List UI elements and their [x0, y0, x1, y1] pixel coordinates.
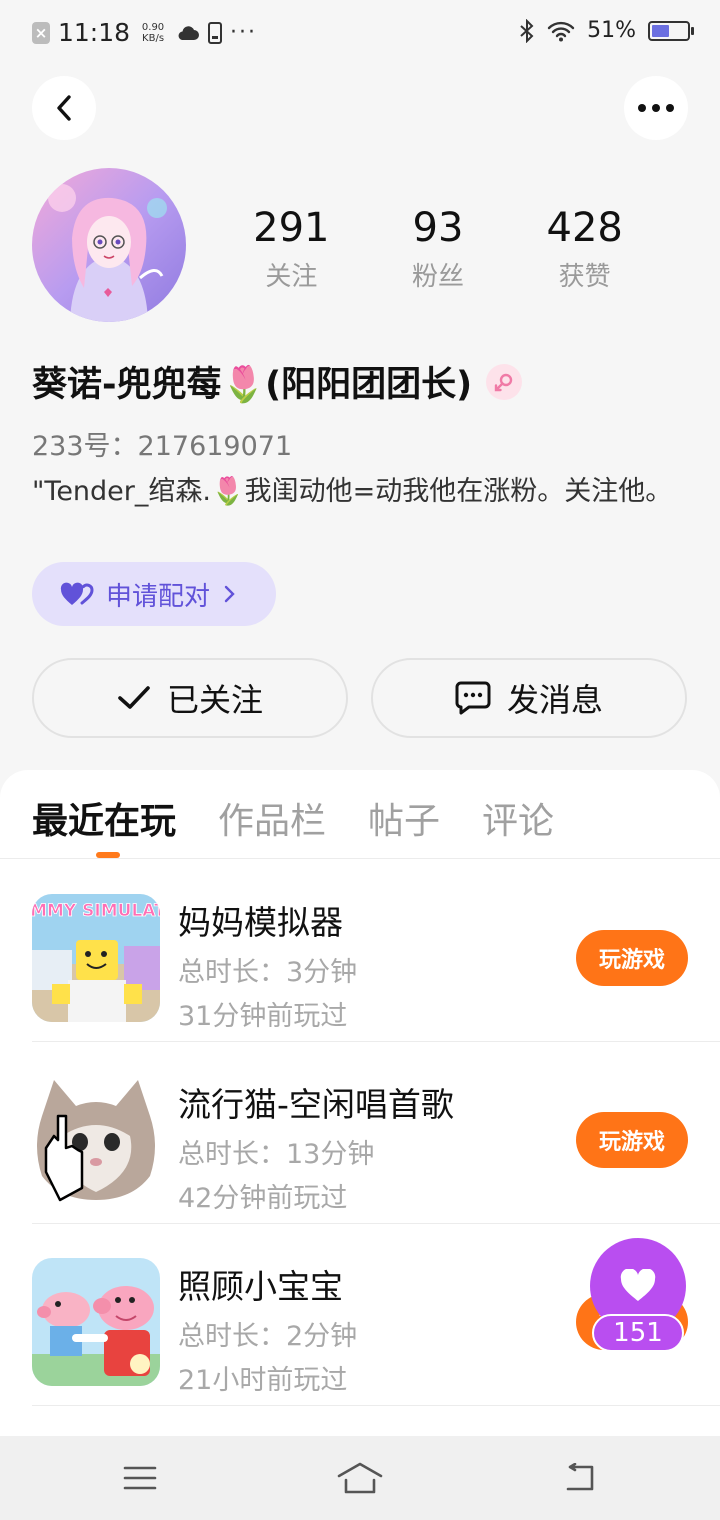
- chat-bubble-icon: [455, 681, 491, 715]
- username-row: 葵诺-兜兜莓🌷(阳阳团团长): [32, 356, 523, 407]
- bluetooth-icon: [520, 18, 534, 43]
- play-game-button[interactable]: 玩游戏: [576, 1112, 688, 1168]
- net-speed-value: 0.90: [141, 21, 165, 33]
- user-id: 233号：217619071: [32, 431, 293, 462]
- game-icon-mommy-simulator[interactable]: MOMMY SIMULATOR: [32, 894, 160, 1022]
- checkmark-icon: [118, 686, 150, 709]
- game-last-played: 42分钟前玩过: [178, 1183, 348, 1214]
- phone-icon: [208, 21, 223, 44]
- tab-works[interactable]: 作品栏: [218, 792, 326, 844]
- status-bar: × 11:18 0.90 KB/s ··· 51%: [0, 0, 720, 66]
- send-message-label: 发消息: [506, 681, 603, 719]
- profile-stats: 291 关注 93 粉丝 428 获赞: [218, 204, 658, 293]
- avatar[interactable]: [32, 168, 186, 322]
- battery-icon: [648, 20, 694, 41]
- notification-x-icon: ×: [32, 21, 50, 44]
- back-nav-icon[interactable]: [560, 1460, 600, 1496]
- stat-likes[interactable]: 428 获赞: [511, 204, 658, 293]
- game-title: 妈妈模拟器: [178, 903, 343, 942]
- cloud-icon: [178, 25, 200, 40]
- wifi-icon: [547, 21, 575, 41]
- status-time: 11:18: [58, 18, 131, 47]
- battery-level: [652, 24, 670, 37]
- status-more-dots: ···: [230, 20, 258, 45]
- game-title: 流行猫-空闲唱首歌: [178, 1085, 454, 1124]
- apply-pair-label: 申请配对: [106, 581, 211, 612]
- send-message-button[interactable]: 发消息: [371, 658, 687, 738]
- game-duration: 总时长：13分钟: [178, 1139, 375, 1170]
- battery-percent: 51%: [587, 18, 636, 43]
- stat-likes-count: 428: [546, 205, 623, 251]
- home-icon[interactable]: [336, 1460, 384, 1496]
- stat-followers-label: 粉丝: [412, 262, 465, 292]
- back-button[interactable]: [32, 76, 96, 140]
- stat-following[interactable]: 291 关注: [218, 204, 365, 293]
- row-divider: [32, 1405, 720, 1406]
- game-duration: 总时长：3分钟: [178, 957, 358, 988]
- game-duration: 总时长：2分钟: [178, 1321, 358, 1352]
- more-dots-icon: [638, 104, 674, 112]
- followed-label: 已关注: [166, 681, 263, 719]
- female-gender-icon: [486, 363, 523, 400]
- username: 葵诺-兜兜莓🌷(阳阳团团长): [32, 365, 473, 405]
- game-last-played: 21小时前玩过: [178, 1365, 348, 1396]
- followed-button[interactable]: 已关注: [32, 658, 348, 738]
- user-bio: "Tender_绾森.🌷我闺动他=动我他在涨粉。关注他。: [32, 476, 673, 507]
- game-row[interactable]: 流行猫-空闲唱首歌 总时长：13分钟 42分钟前玩过 玩游戏: [0, 1042, 720, 1224]
- game-last-played: 31分钟前玩过: [178, 1001, 348, 1032]
- tab-comments[interactable]: 评论: [482, 792, 554, 844]
- play-game-button[interactable]: 玩游戏: [576, 930, 688, 986]
- stat-likes-label: 获赞: [558, 262, 611, 292]
- game-icon-popcat[interactable]: [32, 1076, 160, 1204]
- apply-pair-button[interactable]: 申请配对: [32, 562, 276, 626]
- tab-bar: 最近在玩 作品栏 帖子 评论: [32, 792, 554, 844]
- like-count: 151: [592, 1314, 684, 1352]
- game-icon-title-1: MOMMY SIMULATOR: [32, 901, 160, 921]
- chevron-left-icon: [57, 95, 71, 121]
- menu-icon[interactable]: [120, 1460, 160, 1496]
- system-nav-bar: [0, 1436, 720, 1520]
- double-heart-icon: [60, 582, 94, 605]
- stat-followers[interactable]: 93 粉丝: [365, 204, 512, 293]
- stat-following-label: 关注: [265, 262, 318, 292]
- floating-like-button[interactable]: 151: [590, 1238, 686, 1356]
- game-icon-baby-care[interactable]: [32, 1258, 160, 1386]
- stat-followers-count: 93: [412, 205, 464, 251]
- net-speed: 0.90 KB/s: [138, 22, 168, 44]
- tabs-divider: [0, 858, 720, 859]
- chevron-right-icon: [224, 585, 235, 603]
- stat-following-count: 291: [253, 205, 330, 251]
- avatar-illustration: [32, 168, 186, 322]
- tab-recently-played[interactable]: 最近在玩: [32, 792, 176, 844]
- game-title: 照顾小宝宝: [178, 1267, 343, 1306]
- net-speed-unit: KB/s: [142, 32, 165, 44]
- more-options-button[interactable]: [624, 76, 688, 140]
- heart-icon: [620, 1269, 656, 1301]
- game-row[interactable]: MOMMY SIMULATOR 妈妈模拟器 总时长：3分钟 31分钟前玩过 玩游…: [0, 860, 720, 1042]
- tab-posts[interactable]: 帖子: [368, 792, 440, 844]
